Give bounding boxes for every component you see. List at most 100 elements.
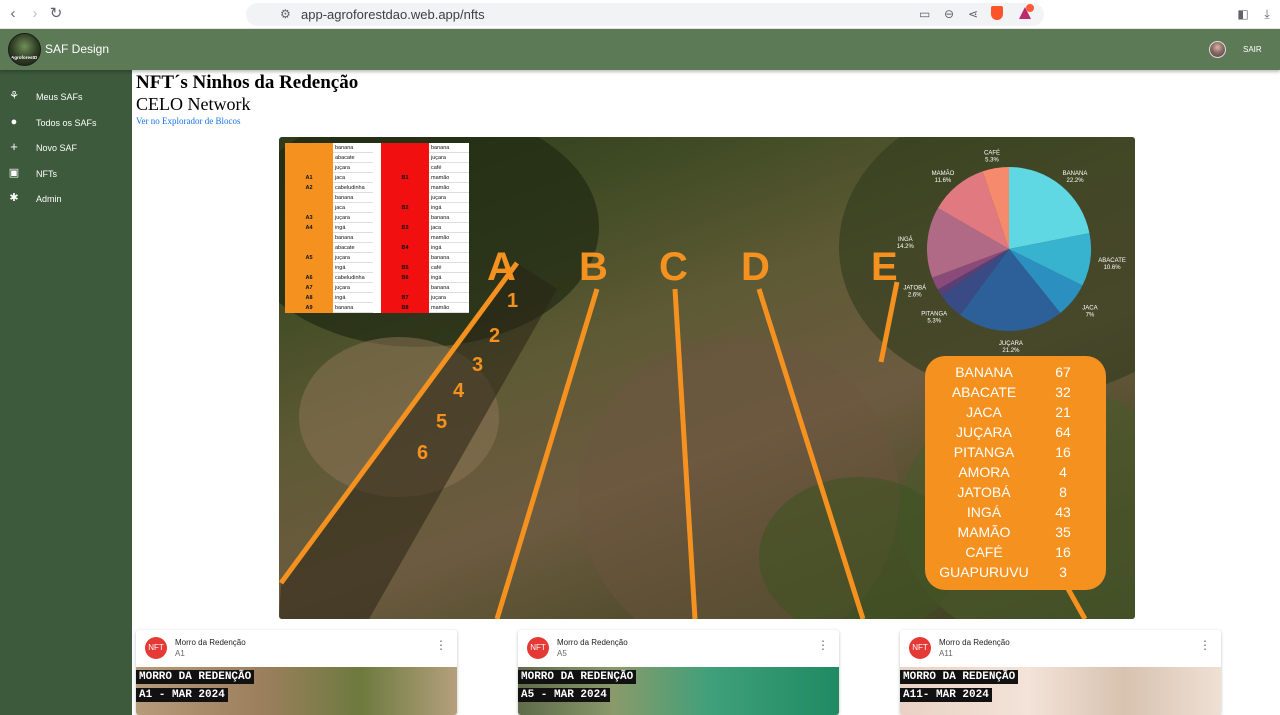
- table-id-cell: [285, 263, 333, 273]
- nft-image-caption: MORRO DA REDENÇÃO: [900, 670, 1019, 684]
- sidebar-item-admin[interactable]: ✱ Admin: [0, 186, 132, 212]
- table-plant-cell: banana: [333, 193, 373, 203]
- table-id-cell: B7: [381, 293, 429, 303]
- table-plant-cell: banana: [333, 233, 373, 243]
- nft-image[interactable]: MORRO DA REDENÇÃO A1 - MAR 2024: [136, 667, 457, 715]
- species-name: INGÁ: [966, 504, 1002, 520]
- row-number: 3: [472, 354, 484, 376]
- table-plant-cell: juçara: [333, 213, 373, 223]
- row-line: [878, 281, 900, 363]
- table-plant-cell: banana: [333, 303, 373, 313]
- nft-card[interactable]: NFT Morro da Redenção A11 ⋮ MORRO DA RED…: [900, 630, 1221, 715]
- table-plant-cell: jaca: [333, 173, 373, 183]
- more-vert-icon[interactable]: ⋮: [817, 639, 829, 651]
- more-vert-icon[interactable]: ⋮: [1199, 639, 1211, 651]
- share-icon[interactable]: ⋖: [968, 7, 978, 22]
- table-id-cell: [285, 193, 333, 203]
- species-count: 16: [1055, 444, 1071, 460]
- notification-badge: [1026, 4, 1034, 12]
- pie-percent: 11.6%: [935, 178, 952, 184]
- browser-toolbar: ‹ › ↻ ▯ ⚙ app-agroforestdao.web.app/nfts…: [0, 0, 1280, 29]
- table-plant-cell: cabeludinha: [333, 183, 373, 193]
- more-vert-icon[interactable]: ⋮: [435, 639, 447, 651]
- app-logo[interactable]: AgroforestDAO: [8, 33, 41, 66]
- url-text[interactable]: app-agroforestdao.web.app/nfts: [301, 7, 485, 22]
- table-id-cell: A2: [285, 183, 333, 193]
- pie-percent: 5.3%: [985, 157, 999, 163]
- row-number: 4: [453, 380, 465, 402]
- table-plant-cell: juçara: [429, 153, 469, 163]
- logout-button[interactable]: SAIR: [1243, 45, 1262, 54]
- pie-label: INGÁ: [898, 236, 913, 243]
- table-id-cell: B2: [381, 203, 429, 213]
- sidebar-item-todos-safs[interactable]: ● Todos os SAFs: [0, 110, 132, 136]
- species-count: 8: [1059, 484, 1067, 500]
- user-avatar[interactable]: [1209, 41, 1226, 58]
- nft-image-caption: A5 - MAR 2024: [518, 688, 610, 702]
- pie-label: JATOBÁ: [903, 285, 926, 292]
- sidebar: ⚘ Meus SAFs ● Todos os SAFs + Novo SAF ▣…: [0, 70, 132, 715]
- table-id-cell: A7: [285, 283, 333, 293]
- brave-shield-icon[interactable]: [991, 6, 1003, 20]
- row-line: [756, 288, 866, 619]
- table-plant-cell: ingá: [429, 243, 469, 253]
- species-count: 16: [1055, 544, 1071, 560]
- arrow-left-icon[interactable]: ‹: [4, 5, 22, 23]
- sidebar-item-novo-saf[interactable]: + Novo SAF: [0, 135, 132, 161]
- pie-label: CAFÉ: [984, 149, 1000, 156]
- address-bar[interactable]: ⚙ app-agroforestdao.web.app/nfts ▭ ⊖ ⋖: [246, 3, 1044, 26]
- card-subtitle: A1: [175, 649, 185, 658]
- page-title: NFT´s Ninhos da Redenção: [136, 72, 359, 93]
- planting-table: banana abacate juçara A1 jaca A2 cabeludinha ba…: [285, 143, 469, 313]
- nft-image-caption: A11- MAR 2024: [900, 688, 992, 702]
- download-icon[interactable]: ⤓: [1258, 5, 1276, 23]
- zoom-icon[interactable]: ⊖: [944, 7, 954, 22]
- app-title: SAF Design: [45, 42, 110, 56]
- table-plant-cell: ingá: [429, 203, 469, 213]
- row-number: 6: [417, 442, 429, 464]
- reload-icon[interactable]: ↻: [47, 5, 65, 23]
- species-count: 67: [1055, 364, 1071, 380]
- nft-image[interactable]: MORRO DA REDENÇÃO A11- MAR 2024: [900, 667, 1221, 715]
- row-number: 2: [489, 325, 501, 347]
- row-letter: B: [579, 245, 608, 289]
- pie-label: BANANA: [1063, 171, 1088, 177]
- species-count: 4: [1059, 464, 1067, 480]
- nft-card[interactable]: NFT Morro da Redenção A1 ⋮ MORRO DA REDE…: [136, 630, 457, 715]
- table-id-cell: [381, 213, 429, 223]
- table-plant-cell: mamão: [429, 233, 469, 243]
- species-count: 32: [1055, 384, 1071, 400]
- site-info-icon[interactable]: ⚙: [280, 7, 291, 22]
- network-subtitle: CELO Network: [136, 94, 251, 114]
- table-id-cell: [381, 183, 429, 193]
- sidebar-item-label: Admin: [36, 194, 62, 204]
- nft-card[interactable]: NFT Morro da Redenção A5 ⋮ MORRO DA REDE…: [518, 630, 839, 715]
- gear-icon: ✱: [9, 192, 19, 204]
- sidebar-item-label: NFTs: [36, 169, 57, 179]
- table-plant-cell: juçara: [333, 163, 373, 173]
- table-id-cell: A3: [285, 213, 333, 223]
- arrow-right-icon[interactable]: ›: [26, 5, 44, 23]
- table-id-cell: [285, 243, 333, 253]
- block-explorer-link[interactable]: Ver no Explorador de Blocos: [136, 116, 240, 126]
- nft-image[interactable]: MORRO DA REDENÇÃO A5 - MAR 2024: [518, 667, 839, 715]
- install-app-icon[interactable]: ▭: [919, 7, 930, 22]
- table-id-cell: A5: [285, 253, 333, 263]
- sidebar-item-label: Novo SAF: [36, 143, 78, 153]
- table-plant-cell: ingá: [333, 223, 373, 233]
- row-letter: A: [487, 245, 516, 289]
- table-plant-cell: jaca: [429, 223, 469, 233]
- table-plant-cell: mamão: [429, 303, 469, 313]
- table-plant-cell: mamão: [429, 173, 469, 183]
- table-plant-cell: juçara: [429, 293, 469, 303]
- species-count: 43: [1055, 504, 1071, 520]
- sidebar-toggle-icon[interactable]: ◧: [1234, 5, 1252, 23]
- table-id-cell: B6: [381, 273, 429, 283]
- sidebar-item-nfts[interactable]: ▣ NFTs: [0, 161, 132, 187]
- species-name: BANANA: [955, 364, 1013, 380]
- sidebar-item-meus-safs[interactable]: ⚘ Meus SAFs: [0, 84, 132, 110]
- pie-percent: 22.2%: [1067, 178, 1085, 184]
- species-name: JUÇARA: [955, 424, 1012, 440]
- species-name: MAMÃO: [957, 524, 1011, 540]
- card-title: Morro da Redenção: [939, 638, 1010, 647]
